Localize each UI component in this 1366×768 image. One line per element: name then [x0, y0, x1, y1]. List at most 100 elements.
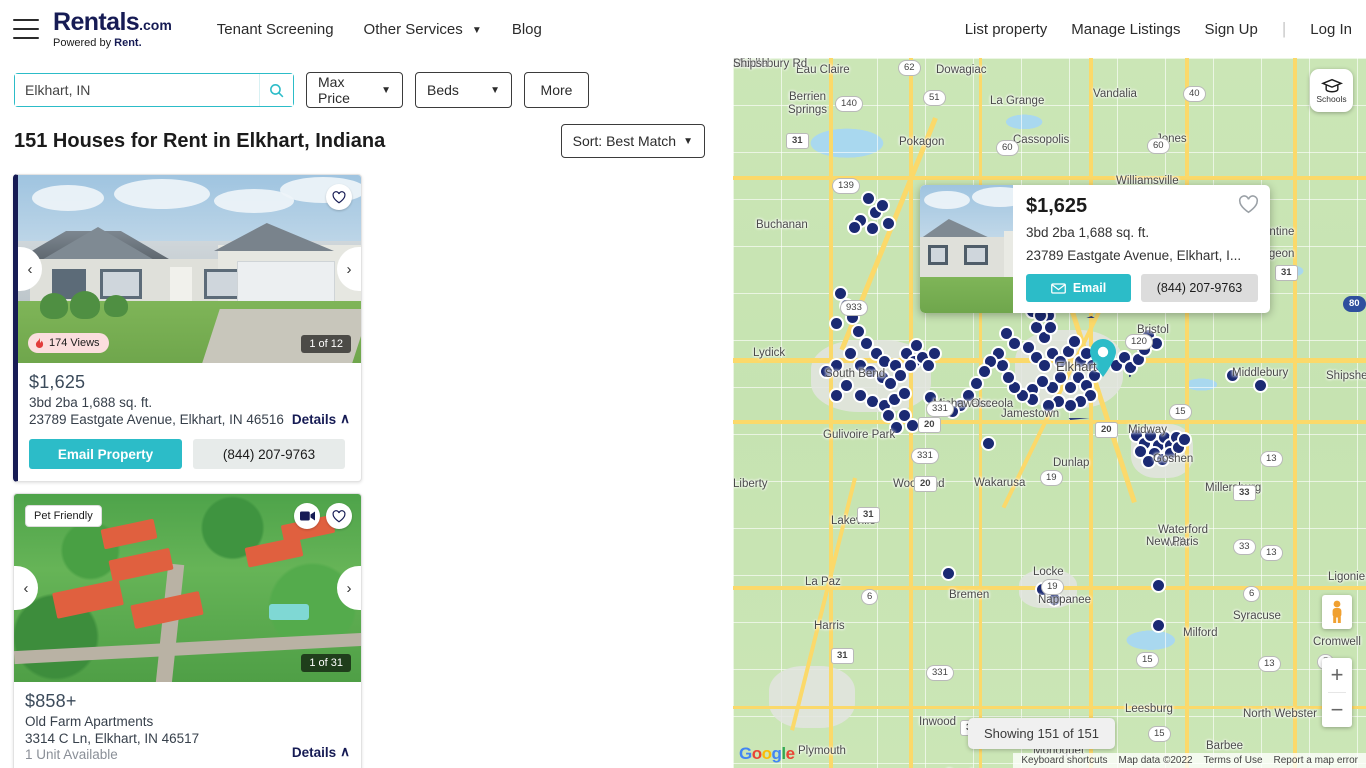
map-place-label: Cassopolis	[1013, 134, 1070, 146]
map-route-shield: 139	[832, 178, 860, 194]
hamburger-menu-icon[interactable]	[13, 19, 39, 39]
map-place-label: Bremen	[949, 589, 990, 601]
heart-outline-icon	[332, 190, 346, 203]
listing-details-toggle[interactable]: Details ∧	[292, 744, 350, 760]
logo-main-text: Rentals	[53, 7, 140, 36]
popup-beds-baths: 3bd 2ba 1,688 sq. ft.	[1026, 225, 1150, 240]
map-route-shield: 33	[1233, 485, 1256, 501]
listing-property-name: Old Farm Apartments	[25, 714, 154, 729]
map-listing-pin[interactable]	[1177, 432, 1192, 447]
nav-manage-listings[interactable]: Manage Listings	[1071, 21, 1180, 38]
chevron-down-icon: ▼	[490, 84, 500, 96]
map-listing-pin[interactable]	[1151, 578, 1166, 593]
listing-price: $858+	[25, 691, 77, 711]
popup-email-button[interactable]: Email	[1026, 274, 1131, 302]
map-listing-pin[interactable]	[829, 316, 844, 331]
popup-phone-button[interactable]: (844) 207-9763	[1141, 274, 1258, 302]
search-input[interactable]	[15, 74, 259, 106]
filter-beds[interactable]: Beds ▼	[415, 72, 512, 108]
map-highway	[733, 420, 1366, 424]
terms-of-use-link[interactable]: Terms of Use	[1204, 755, 1263, 766]
map-listing-pin[interactable]	[861, 191, 876, 206]
report-map-error-link[interactable]: Report a map error	[1274, 755, 1358, 766]
map-place-label: Elkhart	[1056, 359, 1097, 374]
favorite-heart-icon[interactable]	[326, 184, 352, 210]
popup-favorite-heart-icon[interactable]	[1238, 195, 1259, 219]
zoom-in-button[interactable]: +	[1322, 658, 1352, 692]
map-listing-pin[interactable]	[981, 436, 996, 451]
schools-layer-button[interactable]: Schools	[1310, 69, 1353, 112]
map-listing-pin[interactable]	[1007, 336, 1022, 351]
map-route-shield: 20	[914, 476, 937, 492]
map-route-shield: 331	[926, 665, 954, 681]
map-listing-pin[interactable]	[1067, 334, 1082, 349]
map-place-label: Goshen	[1153, 453, 1194, 465]
filter-max-price[interactable]: Max Price ▼	[306, 72, 403, 108]
map-place-label: Gulivoire Park	[823, 429, 896, 441]
map-grid-line	[733, 528, 1366, 529]
map-listing-pin[interactable]	[1151, 618, 1166, 633]
map-route-shield: 120	[1125, 334, 1153, 350]
pet-friendly-badge: Pet Friendly	[25, 505, 102, 527]
photo-prev-button[interactable]: ‹	[14, 566, 38, 610]
map-place-label: La Grange	[990, 95, 1045, 107]
listing-photo[interactable]: Pet Friendly 1 of 31 ‹ ›	[14, 494, 361, 682]
listing-details-toggle[interactable]: Details ∧	[292, 411, 350, 427]
sort-dropdown[interactable]: Sort: Best Match ▼	[560, 124, 705, 158]
map-place-label: Pokagon	[899, 136, 945, 148]
nav-sign-up[interactable]: Sign Up	[1204, 21, 1257, 38]
listing-photo[interactable]: 174 Views 1 of 12 ‹ ›	[18, 175, 361, 363]
listing-card-grid: 174 Views 1 of 12 ‹ › $1,625 3bd 2ba 1,6…	[0, 158, 733, 768]
map-place-label: New Paris	[1146, 536, 1199, 548]
keyboard-shortcuts-link[interactable]: Keyboard shortcuts	[1021, 755, 1107, 766]
favorite-heart-icon[interactable]	[326, 503, 352, 529]
map-route-shield: 31	[1275, 265, 1298, 281]
map-place-label: Vandalia	[1093, 88, 1137, 100]
map-route-shield: 13	[1260, 451, 1283, 467]
location-search-box[interactable]	[14, 73, 294, 107]
search-button[interactable]	[259, 74, 293, 106]
map-place-label: Harris	[814, 620, 845, 632]
map-listing-pin[interactable]	[865, 221, 880, 236]
zoom-out-button[interactable]: −	[1322, 693, 1352, 727]
map-listing-pin[interactable]	[1253, 378, 1268, 393]
nav-other-services[interactable]: Other Services ▼	[364, 21, 482, 38]
nav-log-in[interactable]: Log In	[1310, 21, 1352, 38]
map-grid-line	[733, 58, 734, 768]
nav-separator: |	[1281, 19, 1287, 38]
map-listing-pin[interactable]	[941, 566, 956, 581]
nav-blog[interactable]: Blog	[512, 21, 542, 38]
urban-area-plymouth	[769, 666, 855, 728]
map-listing-pin[interactable]	[1043, 320, 1058, 335]
map-place-label: Dunlap	[1053, 457, 1090, 469]
map-place-label: South Bend	[825, 368, 886, 380]
map-listing-popup[interactable]: $1,625 3bd 2ba 1,688 sq. ft. 23789 Eastg…	[920, 185, 1270, 313]
video-tour-button[interactable]	[294, 503, 320, 529]
listing-card[interactable]: Pet Friendly 1 of 31 ‹ › $858+ Old Farm …	[13, 493, 362, 768]
listing-card[interactable]: 174 Views 1 of 12 ‹ › $1,625 3bd 2ba 1,6…	[13, 174, 362, 482]
map-place-label: Nappanee	[1038, 594, 1092, 606]
photo-next-button[interactable]: ›	[337, 566, 361, 610]
phone-button[interactable]: (844) 207-9763	[193, 439, 345, 469]
results-header: 151 Houses for Rent in Elkhart, Indiana …	[0, 108, 733, 158]
listing-beds-baths: 3bd 2ba 1,688 sq. ft.	[29, 395, 153, 410]
map-listing-pin[interactable]	[881, 216, 896, 231]
sort-dropdown-label: Sort: Best Match	[572, 133, 677, 149]
map-listing-pin[interactable]	[897, 386, 912, 401]
map-listing-pin[interactable]	[875, 198, 890, 213]
chevron-down-icon: ▼	[683, 135, 693, 147]
rentals-logo[interactable]: Rentals.com Powered by Rent.	[53, 7, 172, 49]
map-listing-pin[interactable]	[847, 220, 862, 235]
map-listing-pin[interactable]	[927, 346, 942, 361]
email-property-button[interactable]: Email Property	[29, 439, 182, 469]
logo-tagline-brand: Rent.	[114, 36, 142, 49]
map-panel[interactable]: Eau Claire Dowagiac La Grange Berrien Spring…	[733, 58, 1366, 768]
nav-tenant-screening[interactable]: Tenant Screening	[217, 21, 334, 38]
street-view-pegman[interactable]	[1322, 595, 1352, 629]
nav-tenant-screening-label: Tenant Screening	[216, 20, 334, 38]
popup-photo[interactable]	[920, 185, 1013, 313]
map-listing-pin[interactable]	[829, 388, 844, 403]
map-route-shield: 60	[996, 140, 1019, 156]
nav-list-property[interactable]: List property	[965, 21, 1048, 38]
filter-more[interactable]: More	[524, 72, 589, 108]
